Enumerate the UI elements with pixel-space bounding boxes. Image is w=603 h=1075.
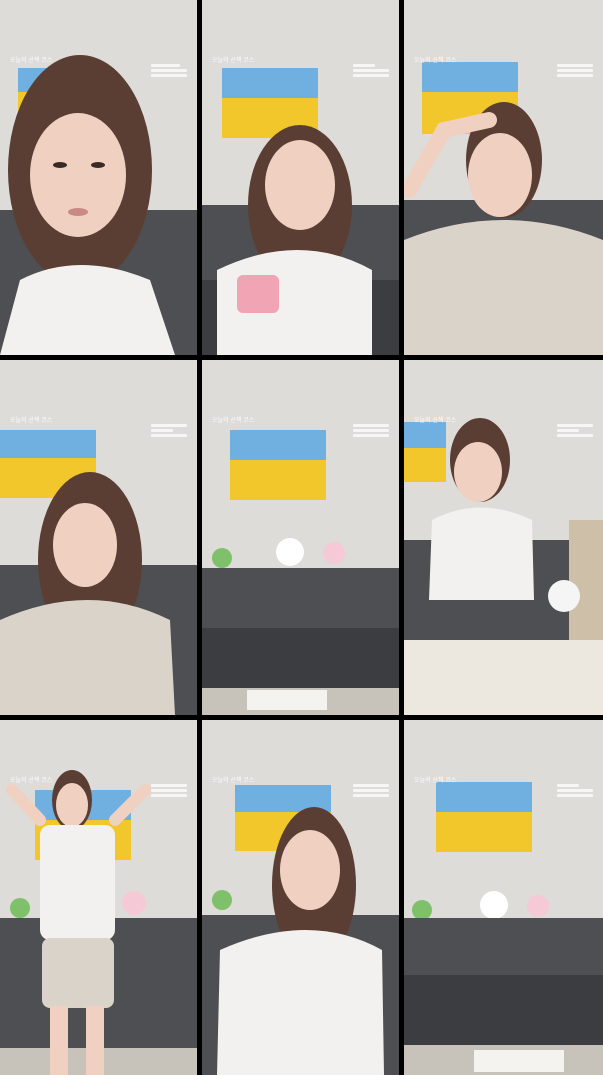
scene-woman-phone [202, 0, 399, 355]
scene-closeup-woman [0, 0, 197, 355]
video-tile-2[interactable]: 오늘의 산책 코스 [202, 0, 399, 355]
scene-woman-pajamas-hand-head [404, 0, 603, 355]
chat-overlay [151, 62, 187, 79]
scene-empty-sofa-room [404, 720, 603, 1075]
stream-title: 오늘의 산책 코스 [212, 777, 255, 784]
stream-title: 오늘의 산책 코스 [414, 417, 457, 424]
stream-title: 오늘의 산책 코스 [414, 777, 457, 784]
chat-overlay [353, 62, 389, 79]
chat-overlay [557, 782, 593, 799]
scene-woman-looking-down [202, 720, 399, 1075]
scene-woman-standing [0, 720, 197, 1075]
chat-overlay [353, 422, 389, 439]
chat-overlay [557, 62, 593, 79]
scene-woman-pajamas-smiling [0, 360, 197, 715]
video-tile-3[interactable]: 오늘의 산책 코스 [404, 0, 603, 355]
chat-overlay [557, 422, 593, 439]
video-tile-1[interactable]: 오늘의 산책 코스 [0, 0, 197, 355]
video-tile-9[interactable]: 오늘의 산책 코스 [404, 720, 603, 1075]
stream-title: 오늘의 산책 코스 [10, 57, 53, 64]
video-tile-4[interactable]: 오늘의 산책 코스 [0, 360, 197, 715]
video-tile-5[interactable]: 오늘의 산책 코스 [202, 360, 399, 715]
stream-title: 오늘의 산책 코스 [414, 57, 457, 64]
stream-title: 오늘의 산책 코스 [212, 417, 255, 424]
scene-empty-sofa-plushies [202, 360, 399, 715]
video-grid: 오늘의 산책 코스 오늘의 산책 코스 오늘의 산책 코스 오늘의 산책 코스 … [0, 0, 603, 1075]
video-tile-8[interactable]: 오늘의 산책 코스 [202, 720, 399, 1075]
chat-overlay [151, 422, 187, 439]
stream-title: 오늘의 산책 코스 [212, 57, 255, 64]
stream-title: 오늘의 산책 코스 [10, 777, 53, 784]
scene-woman-at-table [404, 360, 603, 715]
chat-overlay [151, 782, 187, 799]
video-tile-7[interactable]: 오늘의 산책 코스 [0, 720, 197, 1075]
video-tile-6[interactable]: 오늘의 산책 코스 [404, 360, 603, 715]
chat-overlay [353, 782, 389, 799]
stream-title: 오늘의 산책 코스 [10, 417, 53, 424]
